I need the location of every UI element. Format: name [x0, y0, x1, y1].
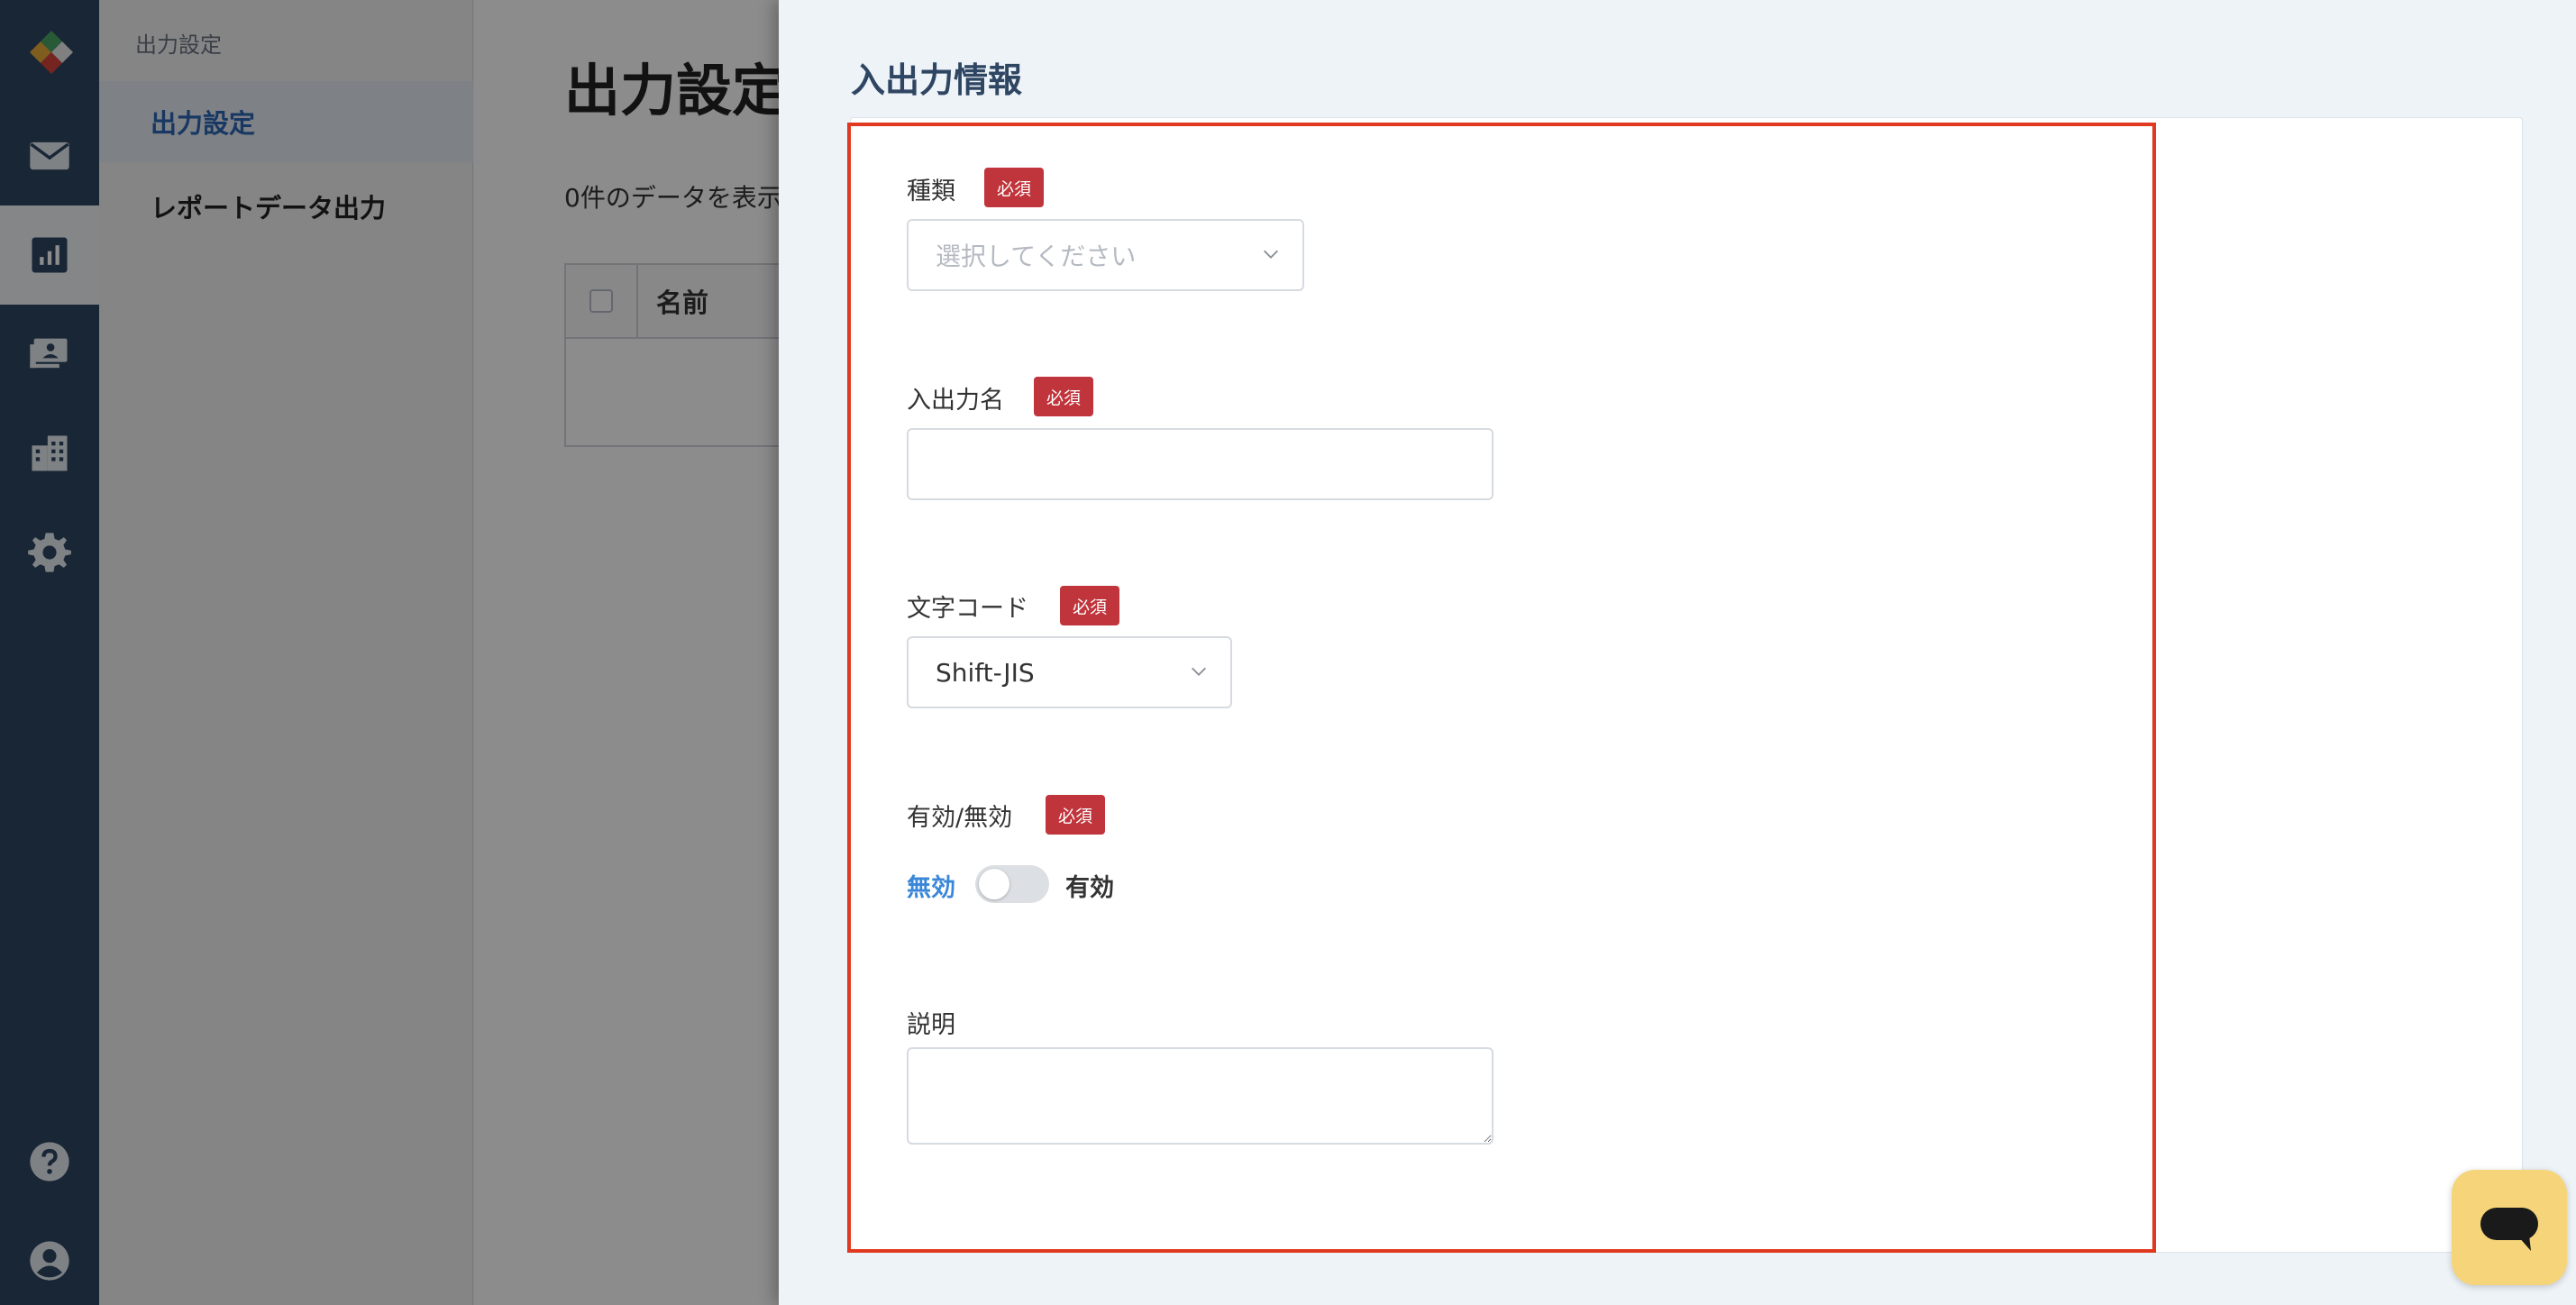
- name-label: 入出力名: [907, 387, 1004, 415]
- type-select[interactable]: 選択してください: [907, 219, 1304, 291]
- description-textarea[interactable]: [907, 1047, 1494, 1145]
- required-badge: 必須: [1060, 586, 1120, 625]
- io-settings-drawer: 入出力情報 種類 必須 選択してください 入出力名 必須 文字コード 必須 Sh…: [779, 0, 2576, 1305]
- toggle-off-label[interactable]: 無効: [907, 868, 955, 903]
- enabled-toggle[interactable]: [975, 865, 1049, 903]
- chat-icon: [2480, 1208, 2538, 1251]
- encoding-label: 文字コード: [907, 595, 1028, 623]
- required-badge: 必須: [984, 168, 1045, 207]
- chat-button[interactable]: [2452, 1170, 2567, 1285]
- chevron-down-icon: [1192, 667, 1206, 676]
- chevron-down-icon: [1264, 250, 1278, 259]
- description-label: 説明: [907, 1011, 955, 1039]
- type-select-placeholder: 選択してください: [936, 242, 1137, 271]
- encoding-select-value: Shift-JIS: [936, 657, 1035, 688]
- encoding-select[interactable]: Shift-JIS: [907, 636, 1232, 708]
- name-input[interactable]: [907, 428, 1494, 500]
- drawer-title: 入出力情報: [851, 60, 1023, 100]
- required-badge: 必須: [1034, 377, 1094, 416]
- required-badge: 必須: [1046, 795, 1106, 835]
- toggle-knob: [979, 869, 1009, 899]
- enabled-label: 有効/無効: [907, 804, 1013, 832]
- toggle-on-label[interactable]: 有効: [1065, 868, 1114, 903]
- type-label: 種類: [907, 178, 955, 205]
